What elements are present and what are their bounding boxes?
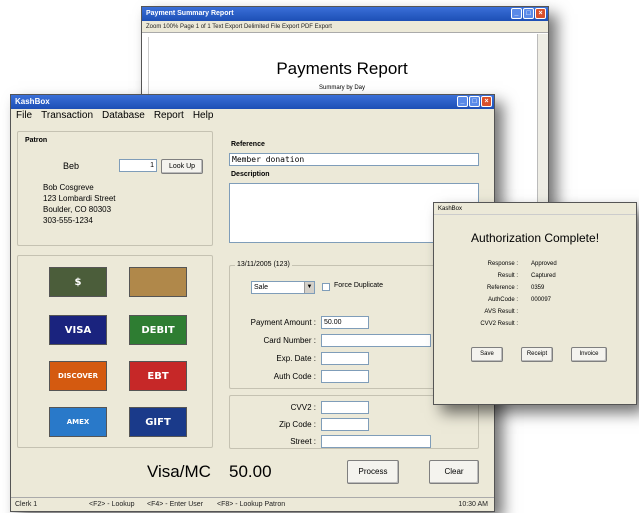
auth-row-key: AuthCode :: [487, 297, 518, 303]
auth-row-value: Approved: [531, 261, 557, 267]
transaction-group-label: 13/11/2005 (123): [235, 261, 292, 268]
receipt-button[interactable]: Receipt: [521, 347, 553, 362]
exp-date-label: Exp. Date :: [276, 354, 316, 363]
auth-row-value: 0359: [531, 285, 545, 291]
payment-method-summary: Visa/MC: [147, 462, 211, 481]
status-hint-enter-user: <F4> - Enter User: [147, 501, 204, 508]
payment-amount-input[interactable]: 50.00: [321, 316, 369, 329]
status-time: 10:30 AM: [458, 501, 488, 508]
kashbox-title: KashBox: [15, 97, 50, 106]
minimize-icon[interactable]: _: [511, 8, 522, 19]
cash-icon: $: [74, 276, 82, 288]
address-line: Bob Cosgreve: [43, 183, 94, 192]
exp-date-input[interactable]: [321, 352, 369, 365]
menu-help[interactable]: Help: [193, 109, 214, 123]
reference-input[interactable]: Member donation: [229, 153, 479, 166]
amex-button[interactable]: AMEX: [49, 407, 107, 437]
close-icon[interactable]: ×: [481, 96, 492, 107]
status-clerk: Clerk 1: [15, 501, 38, 508]
card-number-input[interactable]: [321, 334, 431, 347]
patron-id-input[interactable]: 1: [119, 159, 157, 172]
reference-label: Reference: [231, 141, 265, 148]
clear-button[interactable]: Clear: [429, 460, 479, 484]
menu-database[interactable]: Database: [102, 109, 145, 123]
gift-button[interactable]: GIFT: [129, 407, 187, 437]
process-button[interactable]: Process: [347, 460, 399, 484]
status-bar: Clerk 1 <F2> - Lookup <F4> - Enter User …: [11, 497, 494, 511]
check-button[interactable]: [129, 267, 187, 297]
zip-code-label: Zip Code :: [279, 420, 316, 429]
auth-title: KashBox: [438, 206, 463, 212]
auth-row-value: 000097: [531, 297, 552, 303]
maximize-icon[interactable]: □: [523, 8, 534, 19]
cvv2-label: CVV2 :: [290, 403, 316, 412]
menu-transaction[interactable]: Transaction: [41, 109, 93, 123]
payment-amount-summary: 50.00: [229, 462, 272, 481]
auth-row-key: Reference :: [486, 285, 518, 291]
card-number-label: Card Number :: [263, 336, 316, 345]
auth-window: KashBox Authorization Complete! Response…: [433, 202, 637, 405]
status-hint-lookup-patron: <F8> - Lookup Patron: [217, 501, 286, 508]
zip-code-input[interactable]: [321, 418, 369, 431]
debit-icon: DEBIT: [141, 324, 175, 336]
street-label: Street :: [290, 437, 316, 446]
report-titlebar[interactable]: Payment Summary Report _ □ ×: [142, 7, 548, 21]
discover-icon: DISCOVER: [58, 372, 98, 380]
lookup-button[interactable]: Look Up: [161, 159, 203, 174]
address-line: 303-555-1234: [43, 216, 93, 225]
cvv2-input[interactable]: [321, 401, 369, 414]
report-subheading: Summary by Day: [318, 85, 365, 91]
amex-icon: AMEX: [66, 418, 90, 426]
menu-file[interactable]: File: [16, 109, 32, 123]
transaction-type-value: Sale: [254, 284, 269, 291]
auth-row-value: Captured: [531, 273, 556, 279]
address-line: Boulder, CO 80303: [43, 205, 112, 214]
status-hint-lookup: <F2> - Lookup: [89, 501, 135, 508]
transaction-type-select[interactable]: Sale ▼: [251, 281, 315, 294]
menu-report[interactable]: Report: [154, 109, 184, 123]
visa-icon: VISA: [64, 324, 92, 336]
patron-label: Patron: [25, 137, 48, 144]
auth-heading: Authorization Complete!: [470, 231, 600, 245]
close-icon[interactable]: ×: [535, 8, 546, 19]
visa-button[interactable]: VISA: [49, 315, 107, 345]
payment-amount-label: Payment Amount :: [250, 318, 316, 327]
report-title: Payment Summary Report: [146, 10, 234, 17]
auth-code-label: Auth Code :: [273, 372, 316, 381]
force-duplicate-checkbox[interactable]: [322, 283, 330, 291]
auth-row-key: Response :: [487, 261, 518, 267]
street-input[interactable]: [321, 435, 431, 448]
discover-button[interactable]: DISCOVER: [49, 361, 107, 391]
patron-name-label: Beb: [63, 161, 80, 171]
invoice-button[interactable]: Invoice: [571, 347, 607, 362]
maximize-icon[interactable]: □: [469, 96, 480, 107]
auth-row-key: Result :: [497, 273, 518, 279]
report-toolbar[interactable]: Zoom 100% Page 1 of 1 Text Export Delimi…: [142, 21, 548, 33]
menu-bar: File Transaction Database Report Help: [11, 109, 494, 123]
report-heading: Payments Report: [276, 59, 408, 78]
auth-titlebar[interactable]: KashBox: [434, 203, 636, 215]
minimize-icon[interactable]: _: [457, 96, 468, 107]
debit-button[interactable]: DEBIT: [129, 315, 187, 345]
ebt-button[interactable]: EBT: [129, 361, 187, 391]
save-button[interactable]: Save: [471, 347, 503, 362]
auth-code-input[interactable]: [321, 370, 369, 383]
kashbox-window: KashBox _ □ × File Transaction Database …: [10, 94, 495, 512]
report-toolbar-text: Zoom 100% Page 1 of 1 Text Export Delimi…: [146, 24, 332, 30]
kashbox-titlebar[interactable]: KashBox _ □ ×: [11, 95, 494, 109]
auth-row-key: AVS Result :: [484, 309, 518, 315]
force-duplicate-label: Force Duplicate: [334, 282, 384, 289]
description-label: Description: [231, 171, 270, 178]
chevron-down-icon: ▼: [304, 282, 314, 293]
ebt-icon: EBT: [147, 370, 169, 382]
cash-button[interactable]: $: [49, 267, 107, 297]
gift-icon: GIFT: [145, 416, 171, 428]
address-line: 123 Lombardi Street: [43, 194, 116, 203]
auth-row-key: CVV2 Result :: [480, 321, 518, 327]
